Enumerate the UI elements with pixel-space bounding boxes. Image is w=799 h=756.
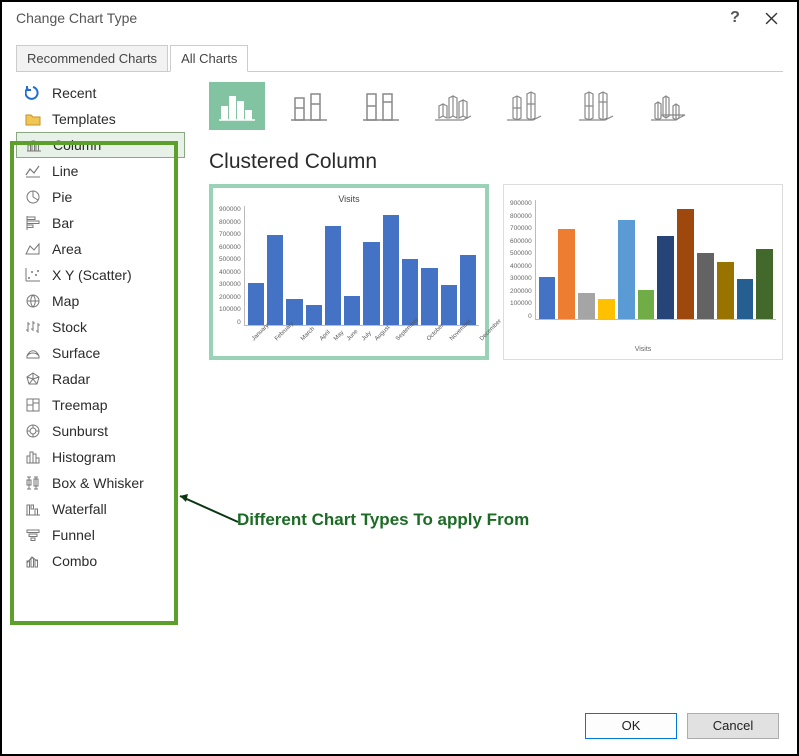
subtype-clustered-column[interactable]: [209, 82, 265, 130]
dialog-title: Change Chart Type: [16, 10, 717, 26]
radar-chart-icon: [24, 370, 42, 388]
sidebar-item-line[interactable]: Line: [16, 158, 185, 184]
funnel-icon: [24, 526, 42, 544]
close-button[interactable]: [753, 2, 789, 34]
titlebar: Change Chart Type ?: [2, 2, 797, 34]
subtype-stacked-column[interactable]: [281, 82, 337, 130]
map-icon: [24, 292, 42, 310]
sidebar-item-surface[interactable]: Surface: [16, 340, 185, 366]
histogram-icon: [24, 448, 42, 466]
sidebar-item-label: Recent: [52, 85, 96, 101]
sidebar-item-label: Radar: [52, 371, 90, 387]
treemap-icon: [24, 396, 42, 414]
sidebar-item-scatter[interactable]: X Y (Scatter): [16, 262, 185, 288]
3d-100-stacked-column-icon: [577, 88, 617, 124]
x-axis-label: Visits: [510, 346, 776, 353]
sidebar-item-label: Area: [52, 241, 82, 257]
sidebar-item-column[interactable]: Column: [16, 132, 185, 158]
chart-preview-1[interactable]: Visits 900000800000700000600000500000400…: [209, 184, 489, 360]
stock-chart-icon: [24, 318, 42, 336]
help-button[interactable]: ?: [717, 2, 753, 34]
annotation-text: Different Chart Types To apply From: [237, 510, 529, 530]
100-stacked-column-icon: [361, 88, 401, 124]
sidebar-item-stock[interactable]: Stock: [16, 314, 185, 340]
annotation-arrow-icon: [172, 482, 242, 532]
sidebar-item-map[interactable]: Map: [16, 288, 185, 314]
clustered-column-icon: [217, 88, 257, 124]
sidebar-item-area[interactable]: Area: [16, 236, 185, 262]
dialog-footer: OK Cancel: [2, 698, 797, 754]
surface-chart-icon: [24, 344, 42, 362]
combo-chart-icon: [24, 552, 42, 570]
line-chart-icon: [24, 162, 42, 180]
subtype-row: [209, 82, 783, 130]
sidebar-item-boxwhisker[interactable]: Box & Whisker: [16, 470, 185, 496]
sidebar-item-label: Histogram: [52, 449, 116, 465]
sidebar-item-label: Bar: [52, 215, 74, 231]
box-whisker-icon: [24, 474, 42, 492]
plot-area: [535, 200, 776, 320]
close-icon: [765, 12, 778, 25]
subtype-3d-column[interactable]: [641, 82, 697, 130]
recent-icon: [24, 84, 42, 102]
ok-button[interactable]: OK: [585, 713, 677, 739]
bar-chart-icon: [24, 214, 42, 232]
sidebar-item-pie[interactable]: Pie: [16, 184, 185, 210]
subtype-100-stacked-column[interactable]: [353, 82, 409, 130]
column-chart-icon: [25, 136, 43, 154]
preview-title: Visits: [219, 194, 479, 204]
pie-chart-icon: [24, 188, 42, 206]
sidebar-item-label: Surface: [52, 345, 100, 361]
subtype-3d-clustered-column[interactable]: [425, 82, 481, 130]
stacked-column-icon: [289, 88, 329, 124]
dialog-window: Change Chart Type ? Recommended Charts A…: [0, 0, 799, 756]
sidebar-item-histogram[interactable]: Histogram: [16, 444, 185, 470]
main-panel: Clustered Column Visits 9000008000007000…: [185, 72, 783, 698]
scatter-chart-icon: [24, 266, 42, 284]
y-axis: 9000008000007000006000005000004000003000…: [219, 206, 244, 326]
sidebar-item-radar[interactable]: Radar: [16, 366, 185, 392]
sidebar-item-label: Line: [52, 163, 78, 179]
sidebar-item-templates[interactable]: Templates: [16, 106, 185, 132]
area-chart-icon: [24, 240, 42, 258]
subtype-3d-100-stacked-column[interactable]: [569, 82, 625, 130]
waterfall-icon: [24, 500, 42, 518]
3d-stacked-column-icon: [505, 88, 545, 124]
tab-strip: Recommended Charts All Charts: [16, 44, 783, 72]
y-axis: 9000008000007000006000005000004000003000…: [510, 200, 535, 320]
sidebar-item-waterfall[interactable]: Waterfall: [16, 496, 185, 522]
sunburst-icon: [24, 422, 42, 440]
sidebar-item-label: Map: [52, 293, 79, 309]
sidebar-item-recent[interactable]: Recent: [16, 80, 185, 106]
3d-clustered-column-icon: [433, 88, 473, 124]
sidebar-item-bar[interactable]: Bar: [16, 210, 185, 236]
3d-column-icon: [649, 88, 689, 124]
sidebar-item-label: Pie: [52, 189, 72, 205]
plot-area: [244, 206, 479, 326]
tab-all-charts[interactable]: All Charts: [170, 45, 248, 72]
sidebar-item-funnel[interactable]: Funnel: [16, 522, 185, 548]
folder-icon: [24, 110, 42, 128]
sidebar-item-label: Stock: [52, 319, 87, 335]
sidebar-item-label: Box & Whisker: [52, 475, 144, 491]
sidebar-item-label: Templates: [52, 111, 116, 127]
tab-recommended[interactable]: Recommended Charts: [16, 45, 168, 71]
cancel-button[interactable]: Cancel: [687, 713, 779, 739]
sidebar-item-treemap[interactable]: Treemap: [16, 392, 185, 418]
sidebar-item-sunburst[interactable]: Sunburst: [16, 418, 185, 444]
x-axis: JanuaryFebruaryMarchAprilMayJuneJulyAugu…: [219, 332, 479, 350]
sidebar-item-label: Waterfall: [52, 501, 107, 517]
section-title: Clustered Column: [209, 150, 783, 174]
sidebar-item-label: X Y (Scatter): [52, 267, 132, 283]
sidebar-item-label: Column: [53, 137, 101, 153]
sidebar-item-label: Treemap: [52, 397, 108, 413]
sidebar-item-label: Combo: [52, 553, 97, 569]
sidebar-item-label: Funnel: [52, 527, 95, 543]
sidebar-item-combo[interactable]: Combo: [16, 548, 185, 574]
chart-type-list: Recent Templates Column Line Pie: [16, 72, 185, 698]
chart-preview-2[interactable]: 9000008000007000006000005000004000003000…: [503, 184, 783, 360]
subtype-3d-stacked-column[interactable]: [497, 82, 553, 130]
sidebar-item-label: Sunburst: [52, 423, 108, 439]
